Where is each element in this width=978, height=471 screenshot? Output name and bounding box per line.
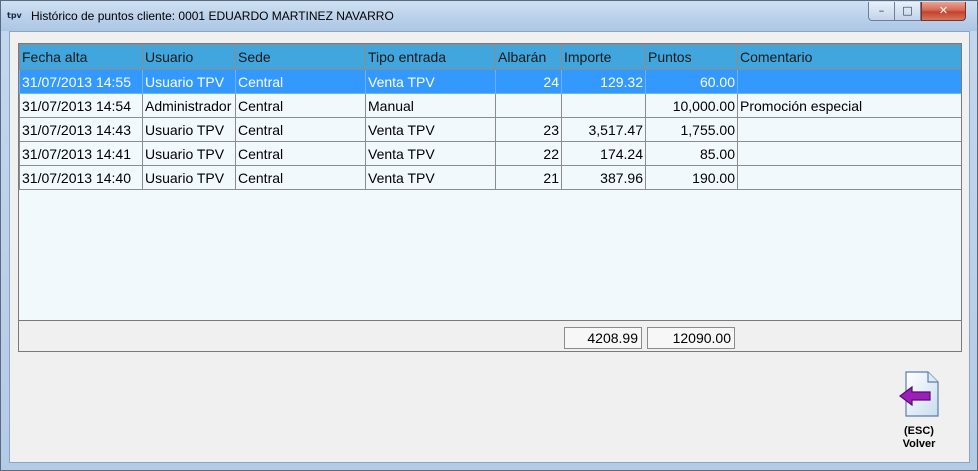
- cell-sede: Central: [235, 165, 366, 190]
- cell-comentario: [737, 165, 961, 190]
- cell-importe: 3,517.47: [561, 117, 646, 142]
- cell-puntos: 1,755.00: [645, 117, 738, 142]
- cell-comentario: [737, 141, 961, 166]
- column-header-comentario[interactable]: Comentario: [737, 44, 961, 70]
- points-history-grid: Fecha alta Usuario Sede Tipo entrada Alb…: [18, 43, 962, 352]
- title-bar[interactable]: tpv Histórico de puntos cliente: 0001 ED…: [1, 1, 977, 31]
- cell-sede: Central: [235, 93, 366, 118]
- points-history-window: tpv Histórico de puntos cliente: 0001 ED…: [0, 0, 978, 471]
- column-header-importe[interactable]: Importe: [561, 44, 646, 70]
- cell-importe: 387.96: [561, 165, 646, 190]
- table-row[interactable]: 31/07/2013 14:40 Usuario TPV Central Ven…: [19, 165, 961, 190]
- column-header-tipo-entrada[interactable]: Tipo entrada: [365, 44, 496, 70]
- table-row[interactable]: 31/07/2013 14:41 Usuario TPV Central Ven…: [19, 141, 961, 166]
- cell-tipo: Manual: [365, 93, 496, 118]
- back-button-shortcut: (ESC): [904, 425, 934, 437]
- cell-comentario: [737, 69, 961, 94]
- column-header-albaran[interactable]: Albarán: [495, 44, 562, 70]
- table-header-row: Fecha alta Usuario Sede Tipo entrada Alb…: [19, 44, 961, 70]
- cell-puntos: 60.00: [645, 69, 738, 94]
- total-importe: 4208.99: [564, 327, 642, 349]
- cell-fecha: 31/07/2013 14:43: [19, 117, 143, 142]
- cell-usuario: Usuario TPV: [142, 117, 236, 142]
- cell-tipo: Venta TPV: [365, 141, 496, 166]
- client-area: Fecha alta Usuario Sede Tipo entrada Alb…: [9, 31, 970, 463]
- minimize-button[interactable]: –: [868, 2, 895, 21]
- cell-importe: 129.32: [561, 69, 646, 94]
- cell-tipo: Venta TPV: [365, 117, 496, 142]
- table-row[interactable]: 31/07/2013 14:43 Usuario TPV Central Ven…: [19, 117, 961, 142]
- cell-importe: [561, 93, 646, 118]
- cell-fecha: 31/07/2013 14:40: [19, 165, 143, 190]
- app-icon: tpv: [7, 11, 22, 20]
- cell-puntos: 10,000.00: [645, 93, 738, 118]
- column-header-sede[interactable]: Sede: [235, 44, 366, 70]
- cell-comentario: Promoción especial: [737, 93, 961, 118]
- cell-tipo: Venta TPV: [365, 165, 496, 190]
- back-button[interactable]: (ESC) Volver: [886, 370, 952, 454]
- cell-importe: 174.24: [561, 141, 646, 166]
- cell-puntos: 190.00: [645, 165, 738, 190]
- cell-fecha: 31/07/2013 14:41: [19, 141, 143, 166]
- close-button[interactable]: ✕: [921, 2, 966, 21]
- cell-usuario: Usuario TPV: [142, 141, 236, 166]
- cell-albaran: [495, 93, 562, 118]
- grid-empty-area[interactable]: [19, 194, 961, 320]
- cell-usuario: Usuario TPV: [142, 165, 236, 190]
- points-table: Fecha alta Usuario Sede Tipo entrada Alb…: [19, 44, 961, 190]
- cell-sede: Central: [235, 69, 366, 94]
- table-row[interactable]: 31/07/2013 14:55 Usuario TPV Central Ven…: [19, 69, 961, 94]
- cell-usuario: Usuario TPV: [142, 69, 236, 94]
- back-button-label: (ESC) Volver: [886, 425, 952, 451]
- cell-comentario: [737, 117, 961, 142]
- column-header-puntos[interactable]: Puntos: [645, 44, 738, 70]
- column-header-fecha-alta[interactable]: Fecha alta: [19, 44, 143, 70]
- cell-fecha: 31/07/2013 14:55: [19, 69, 143, 94]
- table-row[interactable]: 31/07/2013 14:54 Administrador Central M…: [19, 93, 961, 118]
- cell-usuario: Administrador: [142, 93, 236, 118]
- maximize-button[interactable]: □: [895, 2, 921, 21]
- window-title: Histórico de puntos cliente: 0001 EDUARD…: [31, 9, 394, 23]
- totals-footer: 4208.99 12090.00: [19, 320, 961, 351]
- cell-sede: Central: [235, 141, 366, 166]
- cell-albaran: 23: [495, 117, 562, 142]
- cell-tipo: Venta TPV: [365, 69, 496, 94]
- column-header-usuario[interactable]: Usuario: [142, 44, 236, 70]
- cell-albaran: 21: [495, 165, 562, 190]
- cell-fecha: 31/07/2013 14:54: [19, 93, 143, 118]
- cell-sede: Central: [235, 117, 366, 142]
- total-puntos: 12090.00: [647, 327, 735, 349]
- cell-albaran: 24: [495, 69, 562, 94]
- back-arrow-document-icon: [899, 371, 939, 417]
- cell-puntos: 85.00: [645, 141, 738, 166]
- back-button-text: Volver: [902, 438, 936, 450]
- cell-albaran: 22: [495, 141, 562, 166]
